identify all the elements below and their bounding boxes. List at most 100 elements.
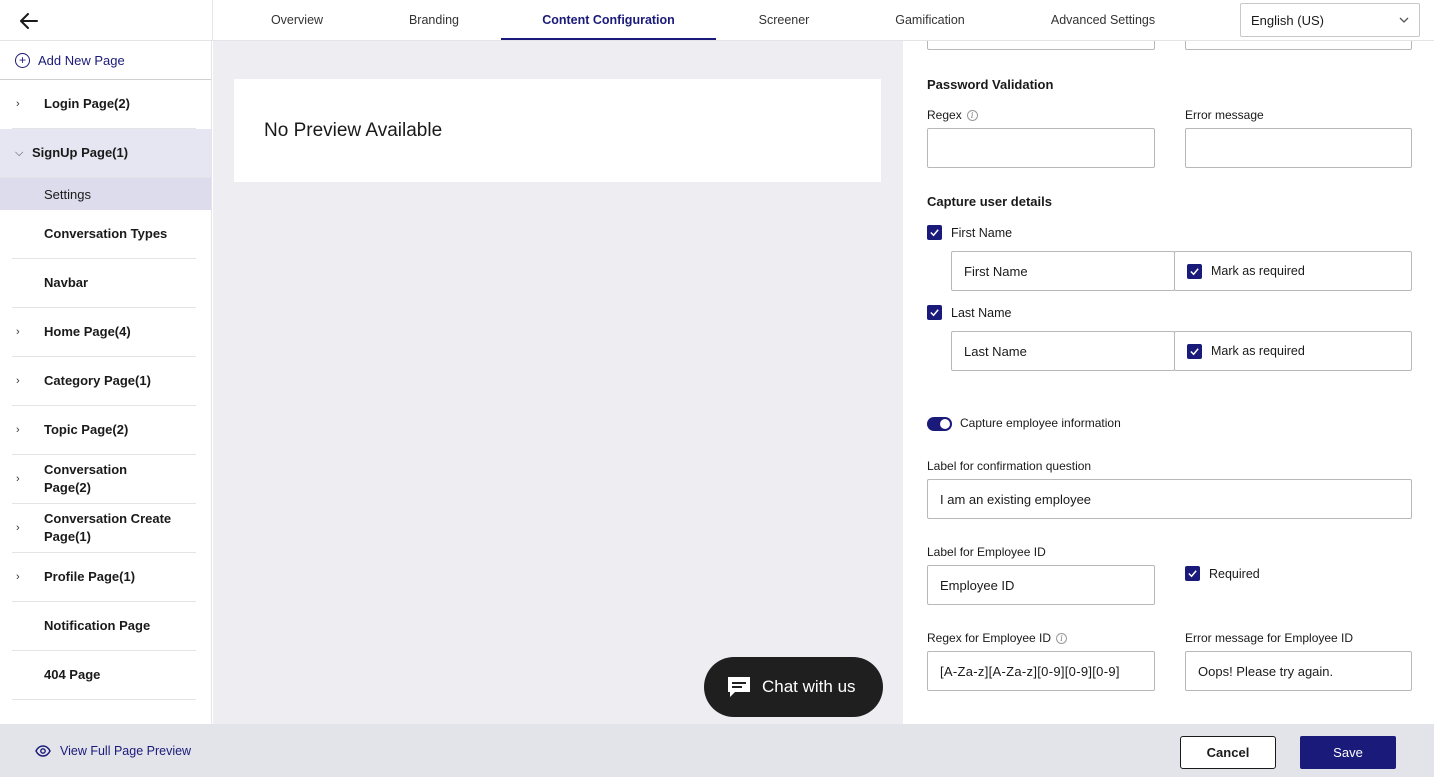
toggle-knob <box>940 419 950 429</box>
save-button[interactable]: Save <box>1300 736 1396 769</box>
sidebar-item-label: Conversation Types <box>44 226 168 241</box>
sidebar-item-label: SignUp Page(1) <box>32 145 129 160</box>
sidebar-item-404-page[interactable]: 404 Page <box>12 651 196 700</box>
check-icon <box>1190 267 1199 275</box>
chevron-right-icon: › <box>16 326 20 338</box>
preview-area: No Preview Available Chat with us <box>213 41 903 724</box>
sidebar-item-conversation-create-page[interactable]: › Conversation Create Page(1) <box>12 504 196 553</box>
sidebar-item-label: Navbar <box>44 275 89 290</box>
sidebar-item-label: Home Page(4) <box>44 324 131 339</box>
employee-id-label: Label for Employee ID <box>927 545 1046 559</box>
sidebar-item-topic-page[interactable]: › Topic Page(2) <box>12 406 196 455</box>
confirmation-question-input[interactable]: I am an existing employee <box>927 479 1412 519</box>
sidebar-item-profile-page[interactable]: › Profile Page(1) <box>12 553 196 602</box>
info-icon[interactable]: i <box>1056 632 1068 644</box>
regex-employee-id-input[interactable]: [A-Za-z][A-Za-z][0-9][0-9][0-9] <box>927 651 1155 691</box>
check-icon <box>930 229 939 237</box>
cancel-button[interactable]: Cancel <box>1180 736 1276 769</box>
header-divider <box>212 0 213 41</box>
mark-required-label: Mark as required <box>1211 264 1305 278</box>
error-message-input[interactable] <box>1185 128 1412 168</box>
view-full-page-preview-label: View Full Page Preview <box>60 743 192 758</box>
tab-branding[interactable]: Branding <box>384 0 484 40</box>
chevron-down-icon <box>1399 17 1409 23</box>
plus-circle-icon: + <box>15 52 30 68</box>
last-name-checkbox[interactable] <box>927 305 942 320</box>
sidebar: + Add New Page › Login Page(2) ⌵ SignUp … <box>0 41 212 724</box>
eye-icon <box>35 744 51 757</box>
chevron-right-icon: › <box>16 98 20 110</box>
tab-screener[interactable]: Screener <box>734 0 834 40</box>
sidebar-item-label: Login Page(2) <box>44 96 130 111</box>
sidebar-item-label: Category Page(1) <box>44 373 151 388</box>
sidebar-item-label: 404 Page <box>44 667 101 682</box>
last-name-required-box: Mark as required <box>1174 331 1412 371</box>
tab-gamification[interactable]: Gamification <box>870 0 990 40</box>
sidebar-item-login-page[interactable]: › Login Page(2) <box>12 80 196 129</box>
first-name-required-checkbox[interactable] <box>1187 263 1202 279</box>
add-new-page-button[interactable]: + Add New Page <box>0 41 211 80</box>
last-name-check-label: Last Name <box>951 306 1012 320</box>
sidebar-item-conversation-types[interactable]: Conversation Types <box>12 210 196 259</box>
last-name-required-checkbox[interactable] <box>1187 343 1202 359</box>
sidebar-item-signup-page[interactable]: ⌵ SignUp Page(1) <box>0 129 211 178</box>
sidebar-subitem-settings[interactable]: Settings <box>0 178 211 210</box>
check-icon <box>1188 570 1197 578</box>
sidebar-item-label: Conversation Create Page(1) <box>44 511 172 544</box>
tab-advanced-settings[interactable]: Advanced Settings <box>1033 0 1173 40</box>
chevron-right-icon: › <box>16 522 20 534</box>
bottom-bar: View Full Page Preview Cancel Save <box>0 724 1434 777</box>
error-employee-id-label: Error message for Employee ID <box>1185 631 1354 645</box>
previous-field-right[interactable] <box>1185 41 1412 50</box>
chat-bubble-icon <box>728 677 750 697</box>
sidebar-item-conversation-page[interactable]: › Conversation Page(2) <box>12 455 196 504</box>
sidebar-subitem-label: Settings <box>44 186 91 202</box>
required-label: Required <box>1209 567 1260 581</box>
employee-id-input[interactable]: Employee ID <box>927 565 1155 605</box>
tab-overview[interactable]: Overview <box>247 0 347 40</box>
password-validation-title: Password Validation <box>927 77 1054 92</box>
check-icon <box>1190 347 1199 355</box>
no-preview-message: No Preview Available <box>264 119 443 141</box>
chat-label: Chat with us <box>762 677 856 696</box>
sidebar-item-home-page[interactable]: › Home Page(4) <box>12 308 196 357</box>
chat-with-us-button[interactable]: Chat with us <box>704 657 883 717</box>
sidebar-item-category-page[interactable]: › Category Page(1) <box>12 357 196 406</box>
chevron-right-icon: › <box>16 473 20 485</box>
language-value: English (US) <box>1251 12 1324 28</box>
tab-content-configuration[interactable]: Content Configuration <box>501 0 716 40</box>
chevron-right-icon: › <box>16 424 20 436</box>
capture-employee-toggle[interactable] <box>927 417 952 431</box>
previous-field-left[interactable] <box>927 41 1155 50</box>
first-name-checkbox[interactable] <box>927 225 942 240</box>
employee-id-required-checkbox[interactable] <box>1185 566 1200 581</box>
preview-card: No Preview Available <box>234 79 881 182</box>
back-button[interactable] <box>14 8 44 34</box>
last-name-input[interactable]: Last Name <box>951 331 1175 371</box>
first-name-input[interactable]: First Name <box>951 251 1175 291</box>
chevron-right-icon: › <box>16 571 20 583</box>
view-full-page-preview-link[interactable]: View Full Page Preview <box>35 724 191 777</box>
capture-user-details-title: Capture user details <box>927 194 1052 209</box>
mark-required-label: Mark as required <box>1211 344 1305 358</box>
check-icon <box>930 309 939 317</box>
chevron-down-icon: ⌵ <box>15 147 24 159</box>
sidebar-item-label: Topic Page(2) <box>44 422 129 437</box>
sidebar-item-navbar[interactable]: Navbar <box>12 259 196 308</box>
sidebar-item-label: Conversation Page(2) <box>44 462 128 495</box>
capture-employee-label: Capture employee information <box>960 416 1121 430</box>
first-name-check-label: First Name <box>951 226 1013 240</box>
error-employee-id-input[interactable]: Oops! Please try again. <box>1185 651 1412 691</box>
regex-input[interactable] <box>927 128 1155 168</box>
regex-employee-id-label-text: Regex for Employee ID <box>927 631 1052 645</box>
top-bar: Overview Branding Content Configuration … <box>0 0 1434 41</box>
sidebar-item-label: Profile Page(1) <box>44 569 136 584</box>
confirmation-question-label: Label for confirmation question <box>927 459 1092 473</box>
error-message-label: Error message <box>1185 108 1264 122</box>
info-icon[interactable]: i <box>966 109 978 121</box>
regex-employee-id-label: Regex for Employee ID i <box>927 631 1068 645</box>
language-select[interactable]: English (US) <box>1240 3 1420 37</box>
regex-label: Regex i <box>927 108 978 122</box>
sidebar-item-notification-page[interactable]: Notification Page <box>12 602 196 651</box>
regex-label-text: Regex <box>927 108 962 122</box>
